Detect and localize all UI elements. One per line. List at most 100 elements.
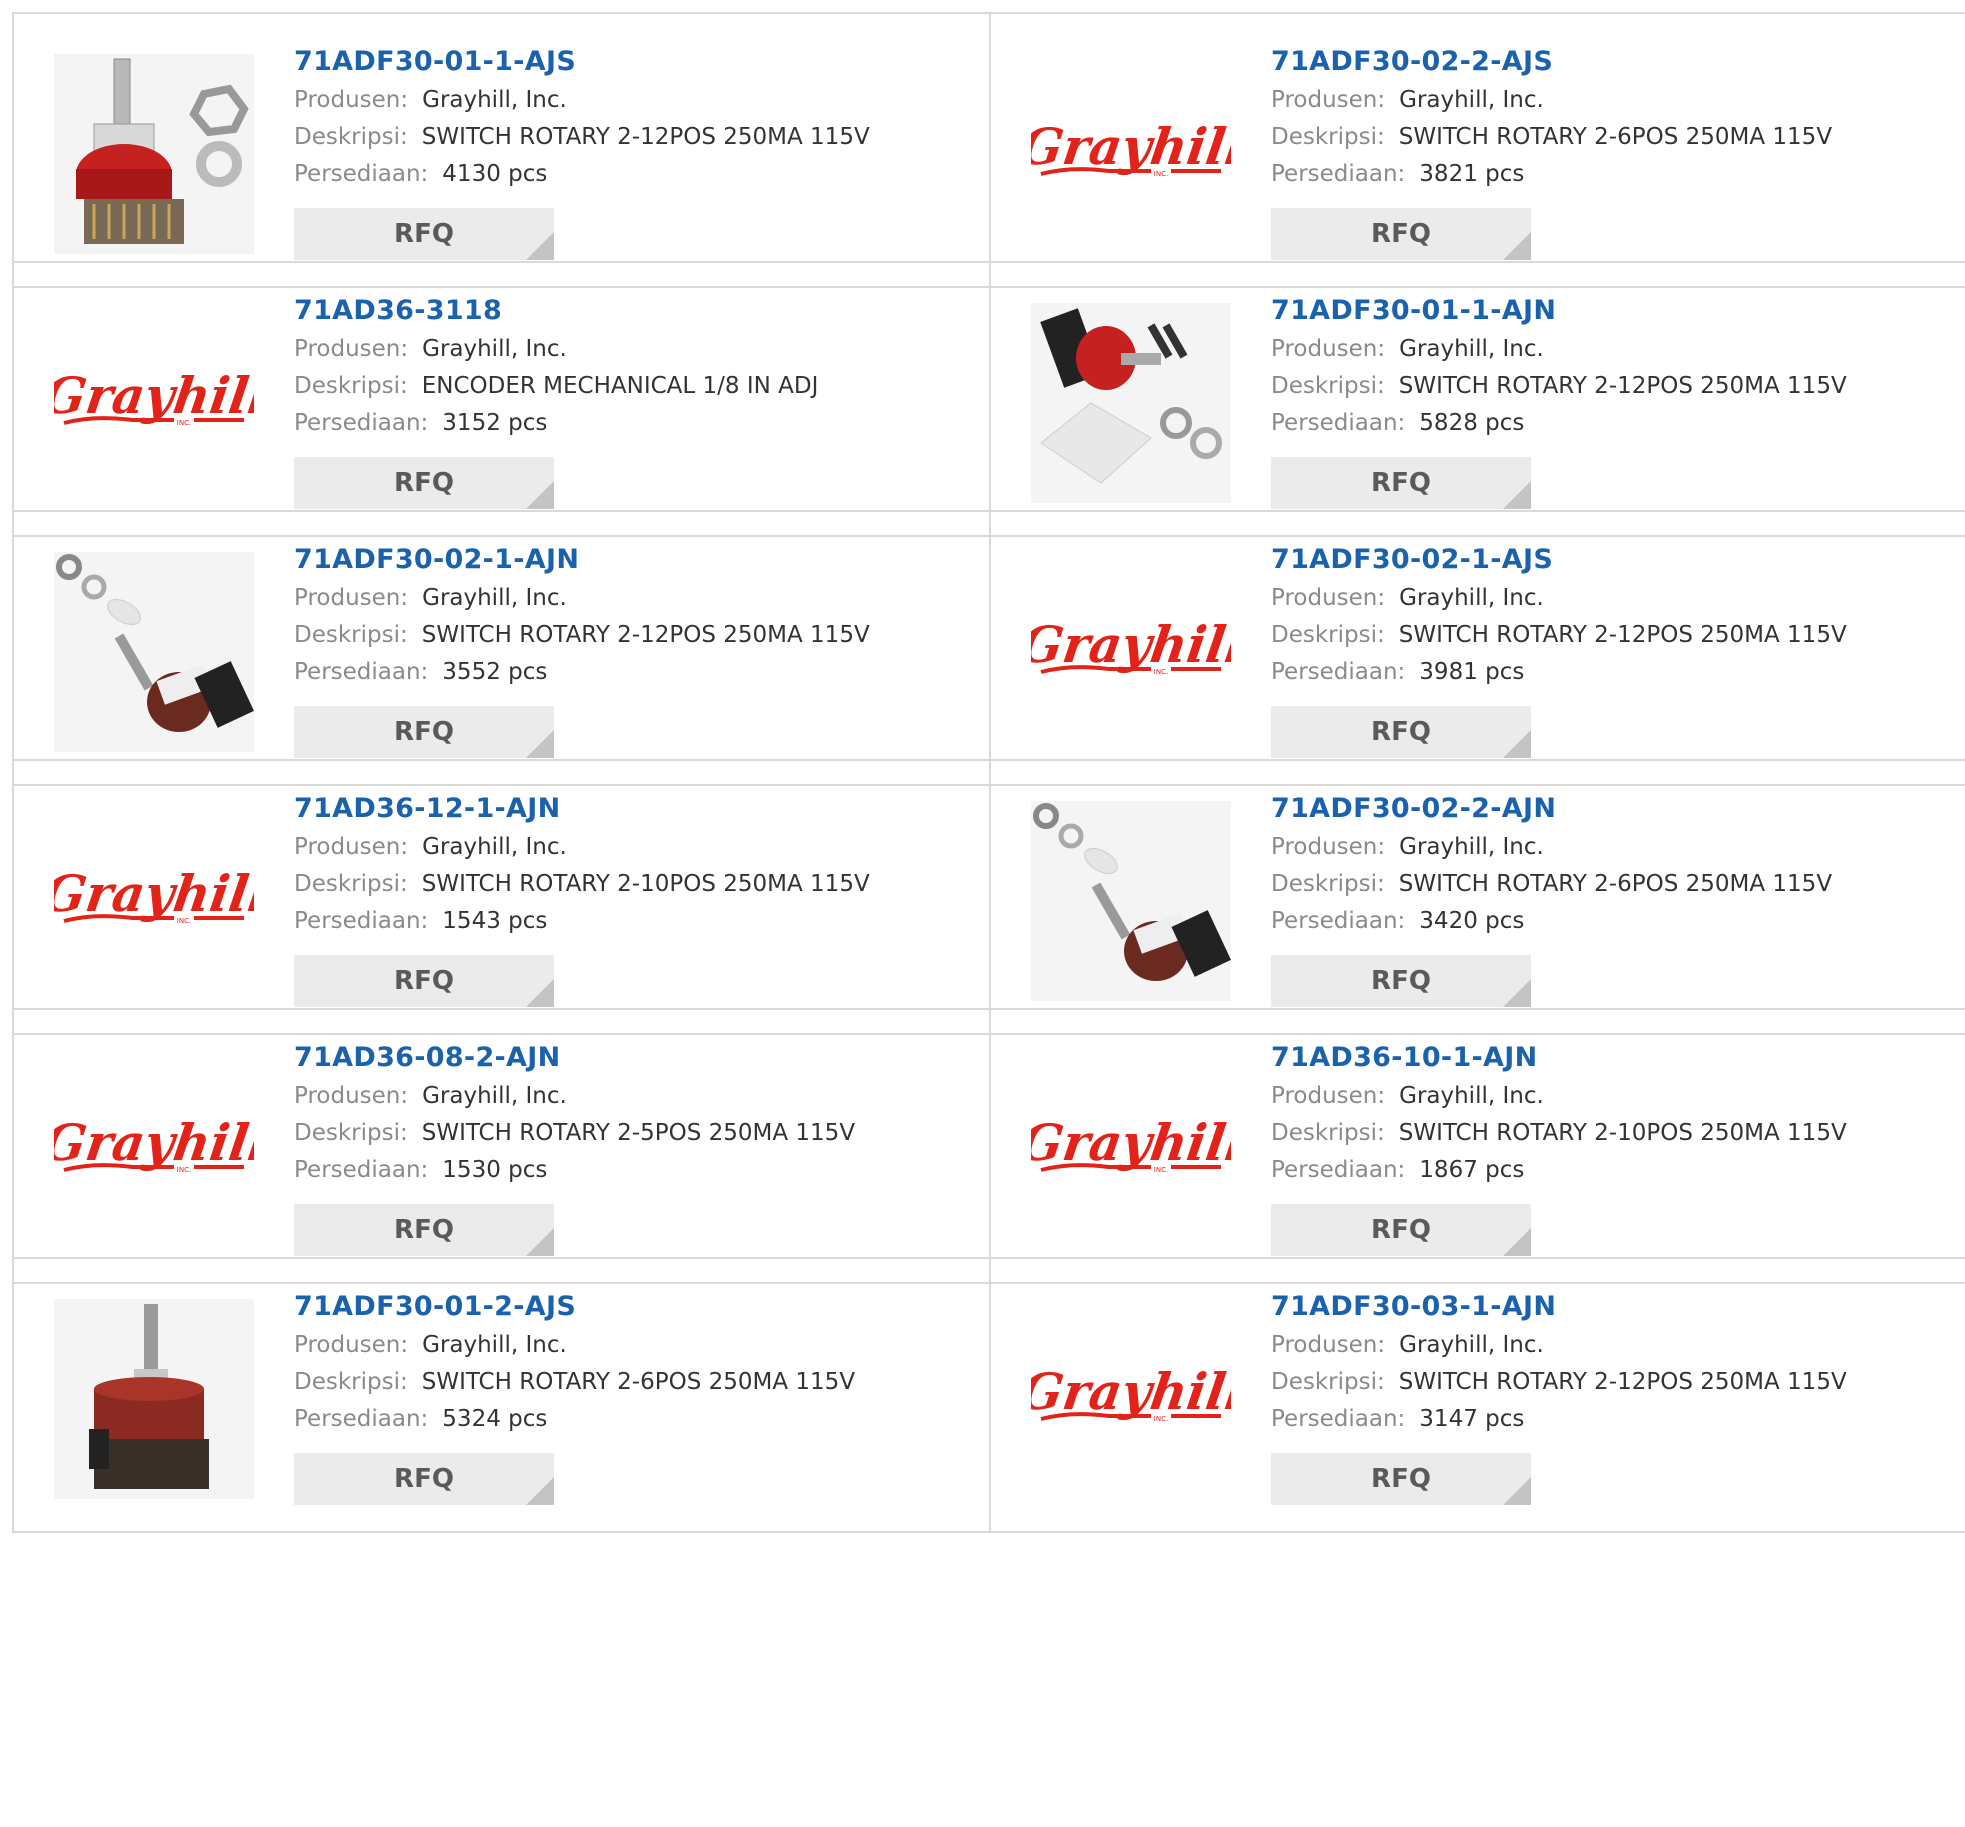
rfq-button[interactable]: RFQ xyxy=(1271,457,1531,509)
manufacturer-row: Produsen: Grayhill, Inc. xyxy=(1271,82,1947,119)
svg-text:Grayhill: Grayhill xyxy=(1031,615,1231,674)
rfq-button[interactable]: RFQ xyxy=(1271,1204,1531,1256)
corner-triangle-icon xyxy=(526,730,554,758)
stock-value: 1867 pcs xyxy=(1419,1157,1525,1183)
rfq-button[interactable]: RFQ xyxy=(1271,955,1531,1007)
manufacturer-row: Produsen: Grayhill, Inc. xyxy=(1271,1327,1947,1364)
description-value: SWITCH ROTARY 2-5POS 250MA 115V xyxy=(421,1120,856,1146)
rfq-label: RFQ xyxy=(1371,717,1431,747)
stock-row: Persediaan: 1530 pcs xyxy=(294,1152,969,1189)
grayhill-logo[interactable]: Grayhill INC. xyxy=(1031,1299,1231,1499)
manufacturer-label: Produsen: xyxy=(294,1083,409,1109)
grayhill-logo[interactable]: Grayhill INC. xyxy=(54,1050,254,1250)
product-image[interactable] xyxy=(54,1299,254,1499)
rfq-button[interactable]: RFQ xyxy=(294,706,554,758)
stock-value: 1543 pcs xyxy=(442,908,548,934)
corner-triangle-icon xyxy=(1503,232,1531,260)
part-number-link[interactable]: 71AD36-12-1-AJN xyxy=(294,789,969,829)
grayhill-logo[interactable]: Grayhill INC. xyxy=(1031,552,1231,752)
svg-text:INC.: INC. xyxy=(1154,1166,1168,1174)
stock-label: Persediaan: xyxy=(294,659,429,685)
rfq-button[interactable]: RFQ xyxy=(294,1453,554,1505)
part-number-link[interactable]: 71ADF30-01-1-AJN xyxy=(1271,291,1947,331)
rfq-button[interactable]: RFQ xyxy=(1271,706,1531,758)
product-image[interactable] xyxy=(1031,303,1231,503)
stock-value: 5324 pcs xyxy=(442,1406,548,1432)
part-number-link[interactable]: 71ADF30-01-2-AJS xyxy=(294,1287,969,1327)
description-label: Deskripsi: xyxy=(1271,871,1385,897)
grayhill-logo[interactable]: Grayhill INC. xyxy=(1031,54,1231,254)
part-number-link[interactable]: 71AD36-3118 xyxy=(294,291,969,331)
product-image[interactable] xyxy=(54,54,254,254)
rfq-button[interactable]: RFQ xyxy=(294,457,554,509)
manufacturer-row: Produsen: Grayhill, Inc. xyxy=(294,82,969,119)
description-row: Deskripsi: SWITCH ROTARY 2-10POS 250MA 11… xyxy=(294,866,969,903)
rfq-button[interactable]: RFQ xyxy=(1271,1453,1531,1505)
description-row: Deskripsi: SWITCH ROTARY 2-6POS 250MA 115… xyxy=(1271,866,1947,903)
description-label: Deskripsi: xyxy=(294,622,408,648)
product-image[interactable] xyxy=(1031,801,1231,1001)
svg-text:Grayhill: Grayhill xyxy=(54,864,254,923)
manufacturer-value: Grayhill, Inc. xyxy=(1399,336,1544,362)
stock-value: 3981 pcs xyxy=(1419,659,1525,685)
part-number-link[interactable]: 71AD36-10-1-AJN xyxy=(1271,1038,1947,1078)
grayhill-logo[interactable]: Grayhill INC. xyxy=(1031,1050,1231,1250)
rfq-button[interactable]: RFQ xyxy=(294,955,554,1007)
manufacturer-label: Produsen: xyxy=(1271,834,1386,860)
part-number-link[interactable]: 71AD36-08-2-AJN xyxy=(294,1038,969,1078)
part-number-link[interactable]: 71ADF30-03-1-AJN xyxy=(1271,1287,1947,1327)
rfq-button[interactable]: RFQ xyxy=(294,1204,554,1256)
grayhill-logo[interactable]: Grayhill INC. xyxy=(54,801,254,1001)
grayhill-logo[interactable]: Grayhill INC. xyxy=(54,303,254,503)
product-image[interactable] xyxy=(54,552,254,752)
rfq-label: RFQ xyxy=(394,1464,454,1494)
part-number-link[interactable]: 71ADF30-02-1-AJN xyxy=(294,540,969,580)
manufacturer-label: Produsen: xyxy=(294,585,409,611)
description-row: Deskripsi: SWITCH ROTARY 2-12POS 250MA 11… xyxy=(294,617,969,654)
manufacturer-row: Produsen: Grayhill, Inc. xyxy=(1271,580,1947,617)
product-card: Grayhill INC. 71AD36-12-1-AJN Produsen: Gray… xyxy=(14,761,991,1033)
stock-row: Persediaan: 3420 pcs xyxy=(1271,903,1947,940)
product-row: 71ADF30-02-1-AJN Produsen: Grayhill, Inc. D… xyxy=(12,510,1965,786)
corner-triangle-icon xyxy=(1503,1228,1531,1256)
manufacturer-row: Produsen: Grayhill, Inc. xyxy=(1271,1078,1947,1115)
svg-text:INC.: INC. xyxy=(177,419,191,427)
rfq-button[interactable]: RFQ xyxy=(294,208,554,260)
manufacturer-label: Produsen: xyxy=(294,336,409,362)
corner-triangle-icon xyxy=(1503,730,1531,758)
description-label: Deskripsi: xyxy=(1271,622,1385,648)
product-row: Grayhill INC. 71AD36-12-1-AJN Produsen: Gray… xyxy=(12,759,1965,1035)
stock-value: 3420 pcs xyxy=(1419,908,1525,934)
svg-text:Grayhill: Grayhill xyxy=(1031,1113,1231,1172)
stock-value: 3552 pcs xyxy=(442,659,548,685)
product-card: 71ADF30-01-1-AJN Produsen: Grayhill, Inc. D… xyxy=(991,263,1965,535)
stock-label: Persediaan: xyxy=(1271,410,1406,436)
stock-value: 3821 pcs xyxy=(1419,161,1525,187)
corner-triangle-icon xyxy=(1503,979,1531,1007)
manufacturer-label: Produsen: xyxy=(294,834,409,860)
rfq-button[interactable]: RFQ xyxy=(1271,208,1531,260)
manufacturer-value: Grayhill, Inc. xyxy=(422,585,567,611)
manufacturer-row: Produsen: Grayhill, Inc. xyxy=(1271,331,1947,368)
description-value: ENCODER MECHANICAL 1/8 IN ADJ xyxy=(421,373,819,399)
manufacturer-label: Produsen: xyxy=(294,1332,409,1358)
manufacturer-row: Produsen: Grayhill, Inc. xyxy=(294,580,969,617)
manufacturer-row: Produsen: Grayhill, Inc. xyxy=(294,331,969,368)
part-number-link[interactable]: 71ADF30-02-2-AJS xyxy=(1271,42,1947,82)
stock-row: Persediaan: 3981 pcs xyxy=(1271,654,1947,691)
svg-text:Grayhill: Grayhill xyxy=(1031,1362,1231,1421)
product-info: 71ADF30-03-1-AJN Produsen: Grayhill, Inc. D… xyxy=(1271,1287,1947,1505)
svg-text:Grayhill: Grayhill xyxy=(54,366,254,425)
svg-text:INC.: INC. xyxy=(177,1166,191,1174)
manufacturer-label: Produsen: xyxy=(1271,1332,1386,1358)
product-info: 71ADF30-01-1-AJN Produsen: Grayhill, Inc. D… xyxy=(1271,291,1947,509)
description-label: Deskripsi: xyxy=(294,373,408,399)
product-info: 71AD36-08-2-AJN Produsen: Grayhill, Inc. De… xyxy=(294,1038,969,1256)
description-row: Deskripsi: ENCODER MECHANICAL 1/8 IN ADJ xyxy=(294,368,969,405)
part-number-link[interactable]: 71ADF30-01-1-AJS xyxy=(294,42,969,82)
manufacturer-label: Produsen: xyxy=(1271,585,1386,611)
part-number-link[interactable]: 71ADF30-02-1-AJS xyxy=(1271,540,1947,580)
manufacturer-row: Produsen: Grayhill, Inc. xyxy=(294,1078,969,1115)
stock-label: Persediaan: xyxy=(294,161,429,187)
part-number-link[interactable]: 71ADF30-02-2-AJN xyxy=(1271,789,1947,829)
